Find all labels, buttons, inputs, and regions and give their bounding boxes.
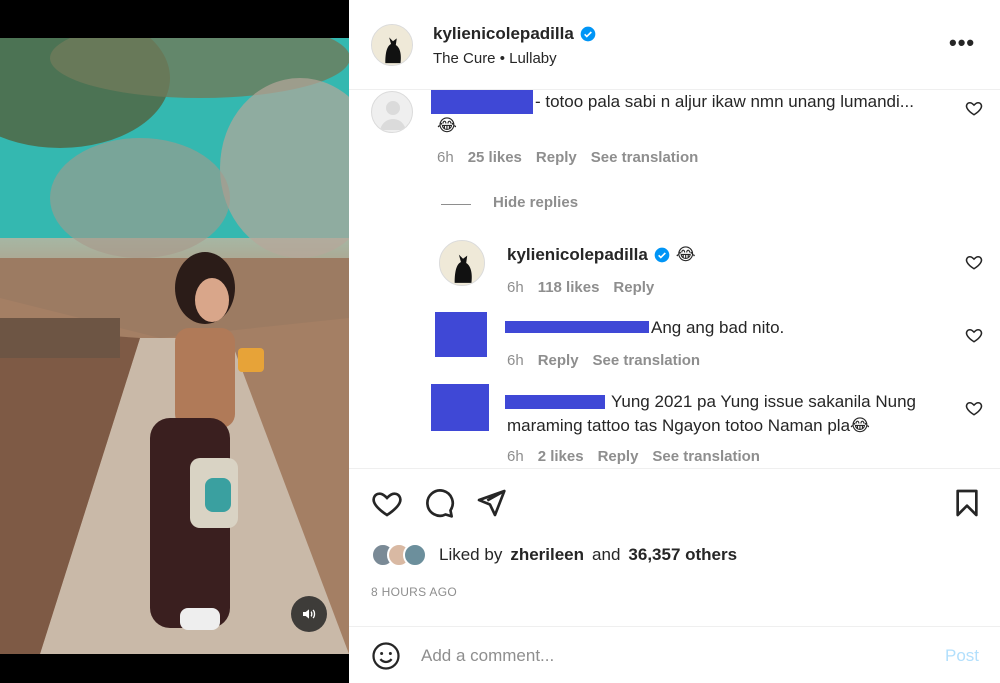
reply-meta: 6h Reply See translation [507,352,700,369]
verified-badge-icon [654,247,670,263]
comment-emoji: 😂 [437,116,457,136]
reply-emoji: 😂 [675,245,696,265]
speaker-icon [303,609,316,619]
share-paper-plane-icon[interactable] [475,487,507,519]
comment-text: - totoo pala sabi n aljur ikaw nmn unang… [535,92,914,111]
redacted-username [505,395,605,409]
add-comment-bar: Post [349,626,1000,683]
audio-track[interactable]: The Cure • Lullaby [433,50,557,67]
liker-avatars[interactable] [371,543,427,567]
like-comment-heart-icon[interactable] [965,326,983,344]
see-translation-button[interactable]: See translation [593,352,701,369]
author-username-row[interactable]: kylienicolepadilla [433,24,596,44]
like-comment-heart-icon[interactable] [965,253,983,271]
comment-meta: 6h 25 likes Reply See translation [437,149,698,166]
reply-meta: 6h 118 likes Reply [507,279,654,296]
reply-author-row: kylienicolepadilla 😂 [507,245,696,265]
like-comment-heart-icon[interactable] [965,399,983,417]
author-avatar[interactable] [371,24,413,66]
comment-input[interactable] [421,643,921,669]
post-media [0,0,349,683]
see-translation-button[interactable]: See translation [591,149,699,166]
liked-by-others[interactable]: 36,357 others [628,545,737,565]
default-avatar-icon [380,101,406,130]
reply-time: 6h [507,279,524,296]
comment-likes[interactable]: 25 likes [468,149,522,166]
likes-summary: Liked by zherileen and 36,357 others [371,543,737,567]
post-details-panel: kylienicolepadilla The Cure • Lullaby ••… [349,0,1000,683]
reply-likes[interactable]: 118 likes [538,279,600,296]
reply-button[interactable]: Reply [538,352,579,369]
redacted-avatar [431,384,489,431]
post-photo[interactable] [0,38,349,654]
verified-badge-icon [580,26,596,42]
reply-meta: 6h 2 likes Reply See translation [507,448,760,465]
emoji-smiley-icon[interactable] [371,641,401,671]
redacted-username [431,90,533,114]
liked-by-user[interactable]: zherileen [510,545,584,565]
redacted-avatar [435,312,487,357]
post-header: kylienicolepadilla The Cure • Lullaby ••… [349,0,1000,90]
cat-silhouette-icon [440,241,484,285]
like-heart-icon[interactable] [371,487,403,519]
like-comment-heart-icon[interactable] [965,99,983,117]
redacted-username [505,321,649,333]
reply-likes[interactable]: 2 likes [538,448,584,465]
reply-username[interactable]: kylienicolepadilla [507,245,648,265]
comments-list: - totoo pala sabi n aljur ikaw nmn unang… [349,90,1000,468]
post-comment-button[interactable]: Post [945,646,979,666]
reply-time: 6h [507,352,524,369]
more-options-button[interactable]: ••• [949,30,975,56]
reply-button[interactable]: Reply [613,279,654,296]
liked-by-prefix: Liked by [439,545,503,564]
author-username[interactable]: kylienicolepadilla [433,24,574,44]
comment-time: 6h [437,149,454,166]
comment-bubble-icon[interactable] [423,487,455,519]
commenter-avatar[interactable] [371,91,413,133]
reply-author-avatar[interactable] [439,240,485,286]
reply-time: 6h [507,448,524,465]
reply-text-line2: maraming tattoo tas Ngayon totoo Naman p… [507,416,870,435]
reply-text: Ang ang bad nito. [651,318,785,337]
hide-replies-button[interactable]: Hide replies [493,194,578,211]
liked-by-and: and [592,545,621,564]
cat-silhouette-icon [372,25,412,65]
reply-button[interactable]: Reply [598,448,639,465]
sound-toggle-button[interactable] [291,596,327,632]
photo-illustration [0,38,349,654]
post-actions: Liked by zherileen and 36,357 others 8 H… [349,468,1000,683]
hide-replies-line [441,204,471,205]
liker-avatar [403,543,427,567]
post-time[interactable]: 8 HOURS AGO [371,585,457,599]
reply-text-line1: Yung 2021 pa Yung issue sakanila Nung [611,392,916,411]
bookmark-icon[interactable] [951,487,983,519]
reply-button[interactable]: Reply [536,149,577,166]
see-translation-button[interactable]: See translation [652,448,760,465]
